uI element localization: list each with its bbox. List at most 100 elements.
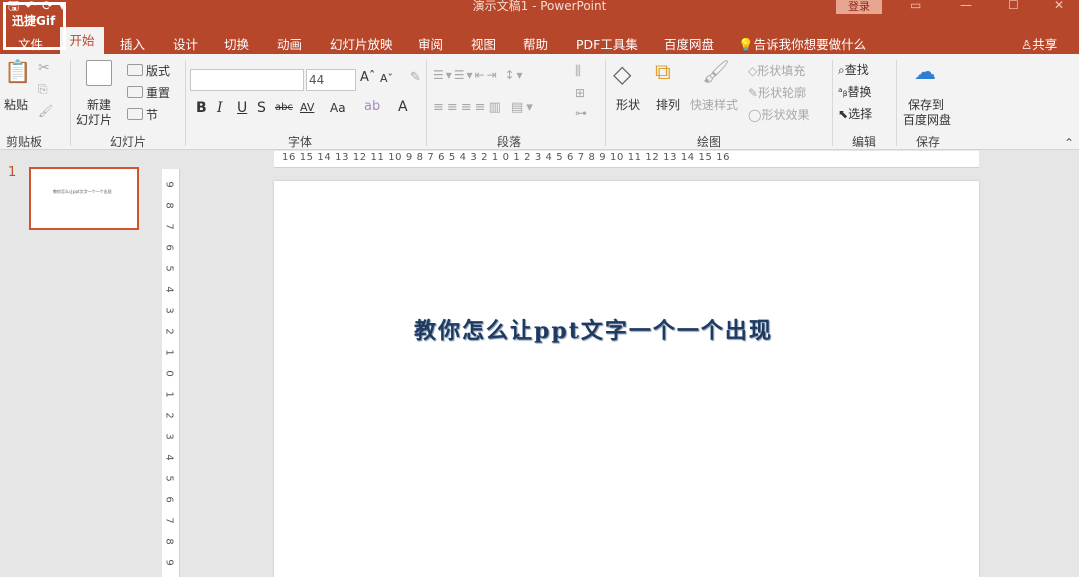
layout-button[interactable]: 版式 <box>146 62 170 79</box>
save-line2[interactable]: 百度网盘 <box>903 111 951 128</box>
vruler-label: 9 <box>163 559 175 566</box>
cursor-icon: ⬉ <box>838 107 849 121</box>
select-button[interactable]: ⬉选择 <box>838 105 872 122</box>
maximize-icon[interactable]: ☐ <box>1008 0 1019 12</box>
ribbon-tab-bar: 文件 开始 插入 设计 切换 动画 幻灯片放映 审阅 视图 帮助 PDF工具集 … <box>0 14 1079 54</box>
grow-font-icon[interactable]: Aˆ <box>360 70 375 85</box>
vruler-label: 0 <box>163 370 175 377</box>
baidu-cloud-icon: ☁ <box>914 60 936 85</box>
slide-canvas[interactable]: 教你怎么让ppt文字一个一个出现 <box>274 181 979 577</box>
shape-fill-label: 形状填充 <box>757 64 806 78</box>
replace-button[interactable]: ᵃᵦ替换 <box>838 83 872 100</box>
new-slide-line2[interactable]: 幻灯片 <box>76 111 112 128</box>
group-divider <box>426 60 427 146</box>
vruler-label: 3 <box>163 307 175 314</box>
watermark-logo: 迅捷Gif <box>3 2 66 50</box>
reset-button[interactable]: 重置 <box>146 84 170 101</box>
vruler-label: 5 <box>163 265 175 272</box>
highlight-icon[interactable]: ab <box>364 99 380 114</box>
tab-review[interactable]: 审阅 <box>418 34 443 53</box>
font-name-input[interactable] <box>190 69 304 91</box>
shape-outline-button[interactable]: ✎形状轮廓 <box>748 84 806 101</box>
minimize-icon[interactable]: — <box>960 0 972 12</box>
vruler-label: 6 <box>163 496 175 503</box>
close-icon[interactable]: ✕ <box>1054 0 1064 12</box>
select-label: 选择 <box>848 107 873 121</box>
group-divider <box>832 60 833 146</box>
group-divider <box>185 60 186 146</box>
group-divider <box>896 60 897 146</box>
vruler-label: 8 <box>163 202 175 209</box>
thumbnail-text: 教你怎么让ppt文字一个一个出现 <box>53 189 112 194</box>
vruler-label: 3 <box>163 433 175 440</box>
layout-icon <box>127 64 143 76</box>
format-painter-icon[interactable]: 🖌 <box>38 104 53 118</box>
quick-styles-icon: 🖌 <box>702 60 730 85</box>
share-label: 共享 <box>1032 37 1058 52</box>
strikethrough-button[interactable]: abc <box>275 102 293 113</box>
hruler-labels: 16 15 14 13 12 11 10 9 8 7 6 5 4 3 2 1 0… <box>282 152 731 163</box>
tab-slideshow[interactable]: 幻灯片放映 <box>330 34 393 53</box>
font-size-input[interactable]: 44 <box>306 69 356 91</box>
group-divider <box>70 60 71 146</box>
arrange-button[interactable]: 排列 <box>656 96 680 113</box>
paste-icon: 📋 <box>4 60 32 85</box>
smartart-icon[interactable]: ⊶ <box>575 106 587 120</box>
section-button[interactable]: 节 <box>146 106 158 123</box>
char-spacing-button[interactable]: AV <box>300 101 314 114</box>
slide-title-text[interactable]: 教你怎么让ppt文字一个一个出现 <box>414 313 773 345</box>
quick-styles-button[interactable]: 快速样式 <box>690 96 738 113</box>
clipboard-group-label: 剪贴板 <box>6 135 43 149</box>
tell-me-search[interactable]: 💡告诉我你想要做什么 <box>738 34 866 53</box>
align-icons[interactable]: ≡≡≡≡▥ ▤▾ <box>433 100 536 115</box>
share-button[interactable]: ♙共享 <box>1021 34 1057 53</box>
group-divider <box>605 60 606 146</box>
vruler-label: 6 <box>163 244 175 251</box>
shape-effects-button[interactable]: ◯形状效果 <box>748 106 809 123</box>
tab-help[interactable]: 帮助 <box>523 34 548 53</box>
replace-label: 替换 <box>847 85 872 99</box>
shrink-font-icon[interactable]: Aˇ <box>380 72 393 85</box>
fill-icon: ◇ <box>748 64 758 78</box>
replace-icon: ᵃᵦ <box>838 85 848 99</box>
restore-icon[interactable]: ▭ <box>910 0 921 12</box>
editing-group-label: 编辑 <box>852 135 877 149</box>
tab-transitions[interactable]: 切换 <box>224 34 249 53</box>
underline-button[interactable]: U <box>237 100 247 116</box>
copy-icon[interactable]: ⎘ <box>38 82 48 97</box>
vruler-label: 4 <box>163 286 175 293</box>
tab-pdf-tools[interactable]: PDF工具集 <box>576 34 638 53</box>
shadow-button[interactable]: S <box>257 100 266 116</box>
text-direction-icon[interactable]: ⫼ <box>575 64 581 79</box>
clear-format-icon[interactable]: ✎ <box>410 70 421 85</box>
shapes-button[interactable]: 形状 <box>616 96 640 113</box>
italic-button[interactable]: I <box>217 100 223 116</box>
paste-button[interactable]: 粘贴 <box>4 96 28 113</box>
tab-view[interactable]: 视图 <box>471 34 496 53</box>
find-label: 查找 <box>844 63 869 77</box>
change-case-button[interactable]: Aa <box>330 101 346 115</box>
collapse-ribbon-icon[interactable]: ⌃ <box>1064 136 1074 150</box>
tab-home[interactable]: 开始 <box>60 27 104 54</box>
arrange-icon: ⧉ <box>655 60 671 85</box>
tab-insert[interactable]: 插入 <box>120 34 145 53</box>
slide-thumbnail[interactable]: 教你怎么让ppt文字一个一个出现 <box>29 167 139 230</box>
tab-design[interactable]: 设计 <box>173 34 198 53</box>
person-icon: ♙ <box>1021 37 1033 52</box>
bold-button[interactable]: B <box>196 100 207 116</box>
vruler-label: 1 <box>163 349 175 356</box>
cut-icon[interactable]: ✂ <box>38 60 50 76</box>
align-text-icon[interactable]: ⊞ <box>575 86 585 100</box>
shapes-icon: ◇ <box>613 60 632 88</box>
login-button[interactable]: 登录 <box>836 0 882 14</box>
tab-baidu-netdisk[interactable]: 百度网盘 <box>664 34 714 53</box>
find-button[interactable]: ⌕查找 <box>838 61 869 78</box>
search-icon: ⌕ <box>838 63 845 77</box>
font-color-icon[interactable]: A <box>398 99 408 115</box>
shape-fill-button[interactable]: ◇形状填充 <box>748 62 805 79</box>
vruler-label: 1 <box>163 391 175 398</box>
new-slide-icon <box>86 60 112 86</box>
bullets-icon[interactable]: ☰▾☰▾⇤⇥ ↕▾ <box>433 68 525 82</box>
tab-animations[interactable]: 动画 <box>277 34 302 53</box>
drawing-group-label: 绘图 <box>697 135 722 149</box>
